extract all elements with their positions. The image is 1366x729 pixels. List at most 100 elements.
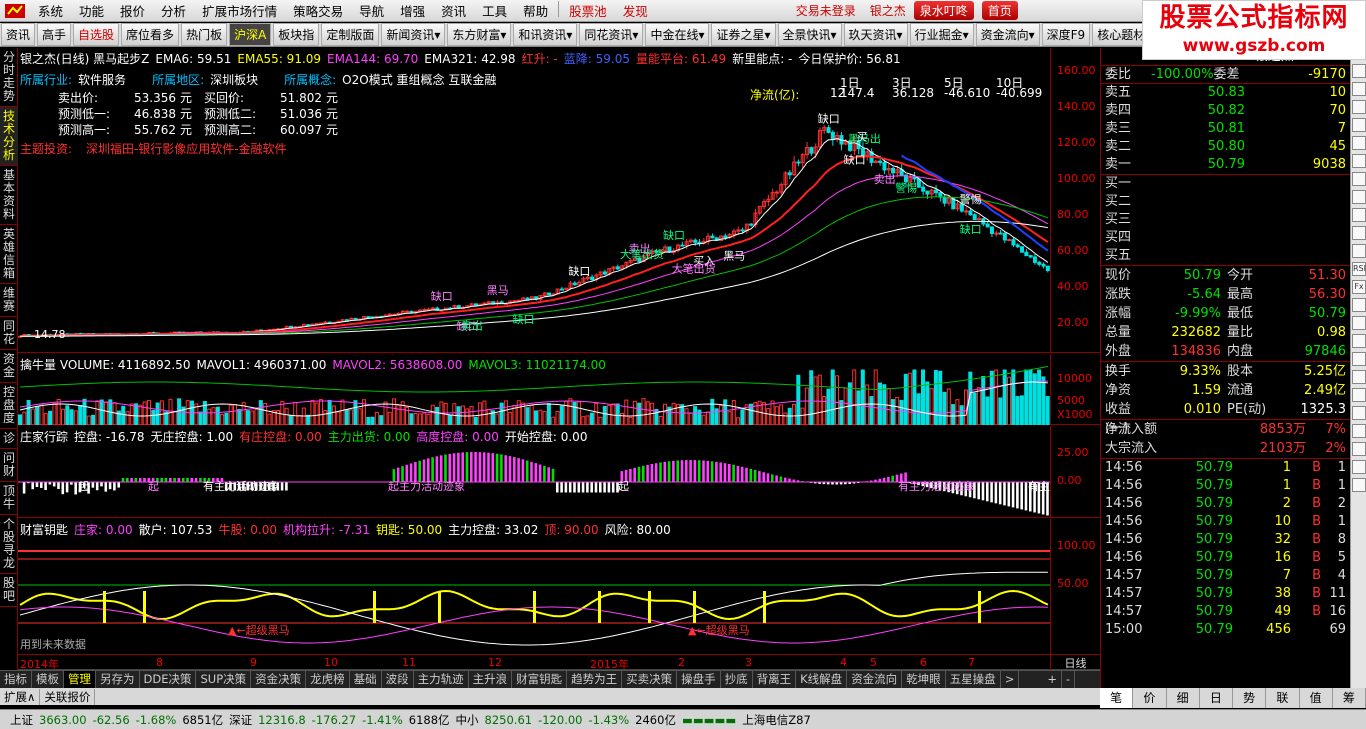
tool-icon[interactable] (1352, 334, 1366, 348)
wealth-key-chart[interactable]: ▲←超级黑马 ▲←超级黑马 (18, 519, 1050, 655)
toolbar-button[interactable]: 玖天资讯▾ (843, 23, 908, 46)
toolbar-button[interactable]: 资金流向▾ (975, 23, 1040, 46)
login-status[interactable]: 交易未登录 (796, 2, 856, 19)
left-tab[interactable]: 控盘度 (0, 383, 18, 429)
toolbar-button[interactable]: 热门板 (181, 23, 228, 46)
toolbar-button[interactable]: 中金在线▾ (645, 23, 710, 46)
quote-tab[interactable]: 细 (1167, 688, 1200, 708)
left-tab[interactable]: 基本资料 (0, 166, 18, 225)
tool-icon[interactable] (1352, 190, 1366, 204)
tool-icon[interactable] (1352, 460, 1366, 474)
indicator-tab[interactable]: 主力轨迹 (414, 671, 469, 688)
tool-icon[interactable] (1352, 352, 1366, 366)
expand-button[interactable]: 扩展∧ (0, 688, 41, 705)
quote-tab[interactable]: 价 (1133, 688, 1167, 708)
tool-icon[interactable] (1352, 316, 1366, 330)
spring-button[interactable]: 泉水叮咚 (913, 1, 974, 20)
tool-icon[interactable]: Fx (1352, 280, 1366, 294)
indicator-tab[interactable]: 另存为 (96, 671, 140, 688)
toolbar-button[interactable]: 东方财富▾ (447, 23, 512, 46)
tool-icon[interactable] (1352, 172, 1366, 186)
tool-icon[interactable] (1352, 406, 1366, 420)
tool-icon[interactable] (1352, 388, 1366, 402)
app-logo-icon[interactable] (2, 2, 28, 20)
toolbar-button[interactable]: 全景快讯▾ (777, 23, 842, 46)
menu-item[interactable]: 功能 (71, 1, 112, 20)
toolbar-button[interactable]: 和讯资讯▾ (513, 23, 578, 46)
tool-icon[interactable]: RSI (1352, 262, 1366, 276)
toolbar-button[interactable]: 资讯 (1, 23, 36, 46)
expand-button[interactable]: 关联报价 (40, 688, 96, 705)
indicator-tab[interactable]: 指标 (0, 671, 32, 688)
tool-icon[interactable] (1352, 136, 1366, 150)
menu-item[interactable]: 增强 (392, 1, 433, 20)
menu-item[interactable]: 扩展市场行情 (194, 1, 285, 20)
menu-item[interactable]: 分析 (153, 1, 194, 20)
zoom-control[interactable]: - (1062, 671, 1076, 688)
left-tab[interactable]: 同花 (0, 317, 18, 350)
toolbar-button[interactable]: 深度F9 (1041, 23, 1091, 46)
toolbar-button[interactable]: 高手 (37, 23, 72, 46)
tool-icon[interactable] (1352, 64, 1366, 78)
menu-item[interactable]: 帮助 (515, 1, 556, 20)
quote-tab[interactable]: 筹 (1333, 688, 1366, 708)
indicator-tab[interactable]: 操盘手 (677, 671, 721, 688)
indicator-tab[interactable]: 基础 (350, 671, 382, 688)
tool-icon[interactable] (1352, 82, 1366, 96)
volume-panel[interactable]: 擒牛量 VOLUME: 4116892.50 MAVOL1: 4960371.00… (18, 354, 1100, 425)
indicator-tab[interactable]: 买卖决策 (622, 671, 678, 688)
indicator-tab[interactable]: DDE决策 (140, 671, 197, 688)
indicator-tab[interactable]: 乾坤眼 (902, 671, 946, 688)
left-tab[interactable]: 维赛 (0, 284, 18, 317)
tool-icon[interactable] (1352, 100, 1366, 114)
toolbar-button[interactable]: 沪深A (229, 23, 272, 46)
indicator-tab[interactable]: > (1001, 671, 1020, 688)
indicator-tab[interactable]: 五星操盘 (946, 671, 1001, 688)
tool-icon[interactable] (1352, 298, 1366, 312)
tool-icon[interactable] (1352, 370, 1366, 384)
tick-list[interactable]: 14:56 50.79 1 B 1 14:56 50.79 1 B 1 14:56 50.79 2 B 2 1… (1101, 459, 1350, 639)
menu-item[interactable]: 工具 (474, 1, 515, 20)
left-tab[interactable]: 英雄信箱 (0, 225, 18, 284)
indicator-tab[interactable]: 管理 (64, 671, 96, 688)
toolbar-button[interactable]: 新闻资讯▾ (381, 23, 446, 46)
menu-item[interactable]: 策略交易 (285, 1, 351, 20)
left-tab[interactable]: 诊 (0, 429, 18, 449)
kline-panel[interactable]: 银之杰(日线) 黑马起步Z EMA6: 59.51 EMA55: 91.09 EMA1… (18, 48, 1100, 353)
indicator-tab[interactable]: 抄底 (721, 671, 753, 688)
toolbar-button[interactable]: 证券之星▾ (711, 23, 776, 46)
dealer-panel[interactable]: 庄家行踪 控盘: -16.78 无庄控盘: 1.00 有庄控盘: 0.00 主力出货: … (18, 426, 1100, 518)
left-tab[interactable]: 分时走势 (0, 48, 18, 107)
menu-item[interactable]: 股票池 (561, 1, 615, 20)
toolbar-button[interactable]: 行业掘金▾ (909, 23, 974, 46)
toolbar-button[interactable]: 席位看多 (121, 23, 180, 46)
tool-icon[interactable] (1352, 244, 1366, 258)
quote-tab[interactable]: 联 (1266, 688, 1300, 708)
indicator-tab[interactable]: 背离王 (753, 671, 797, 688)
left-tab[interactable]: 技术分析 (0, 107, 18, 166)
tool-icon[interactable] (1352, 118, 1366, 132)
left-tab[interactable]: 顶牛 (0, 482, 18, 515)
toolbar-button[interactable]: 同花资讯▾ (579, 23, 644, 46)
tool-icon[interactable] (1352, 226, 1366, 240)
quote-tab[interactable]: 笔 (1100, 688, 1134, 708)
quote-tab[interactable]: 势 (1233, 688, 1267, 708)
toolbar-button[interactable]: 自选股 (73, 23, 120, 46)
menu-item[interactable]: 资讯 (433, 1, 474, 20)
tool-icon[interactable] (1352, 442, 1366, 456)
indicator-tab[interactable]: 财富钥匙 (512, 671, 568, 688)
indicator-tab[interactable]: K线解盘 (796, 671, 848, 688)
period-label[interactable]: 日线 (1050, 655, 1100, 671)
tool-icon[interactable] (1352, 208, 1366, 222)
quote-tab[interactable]: 值 (1300, 688, 1333, 708)
menu-item[interactable]: 报价 (112, 1, 153, 20)
toolbar-button[interactable]: 板块指 (273, 23, 320, 46)
indicator-tab[interactable]: 资金流向 (847, 671, 903, 688)
indicator-tab[interactable]: 趋势为王 (567, 671, 623, 688)
wealth-key-panel[interactable]: 财富钥匙 庄家: 0.00 散户: 107.53 牛股: 0.00 机构拉升: -7.3… (18, 519, 1100, 655)
menu-item[interactable]: 发现 (615, 1, 656, 20)
left-tab[interactable]: 资金 (0, 350, 18, 383)
home-button[interactable]: 首页 (981, 1, 1018, 20)
menu-item[interactable]: 导航 (351, 1, 392, 20)
tool-icon[interactable] (1352, 424, 1366, 438)
